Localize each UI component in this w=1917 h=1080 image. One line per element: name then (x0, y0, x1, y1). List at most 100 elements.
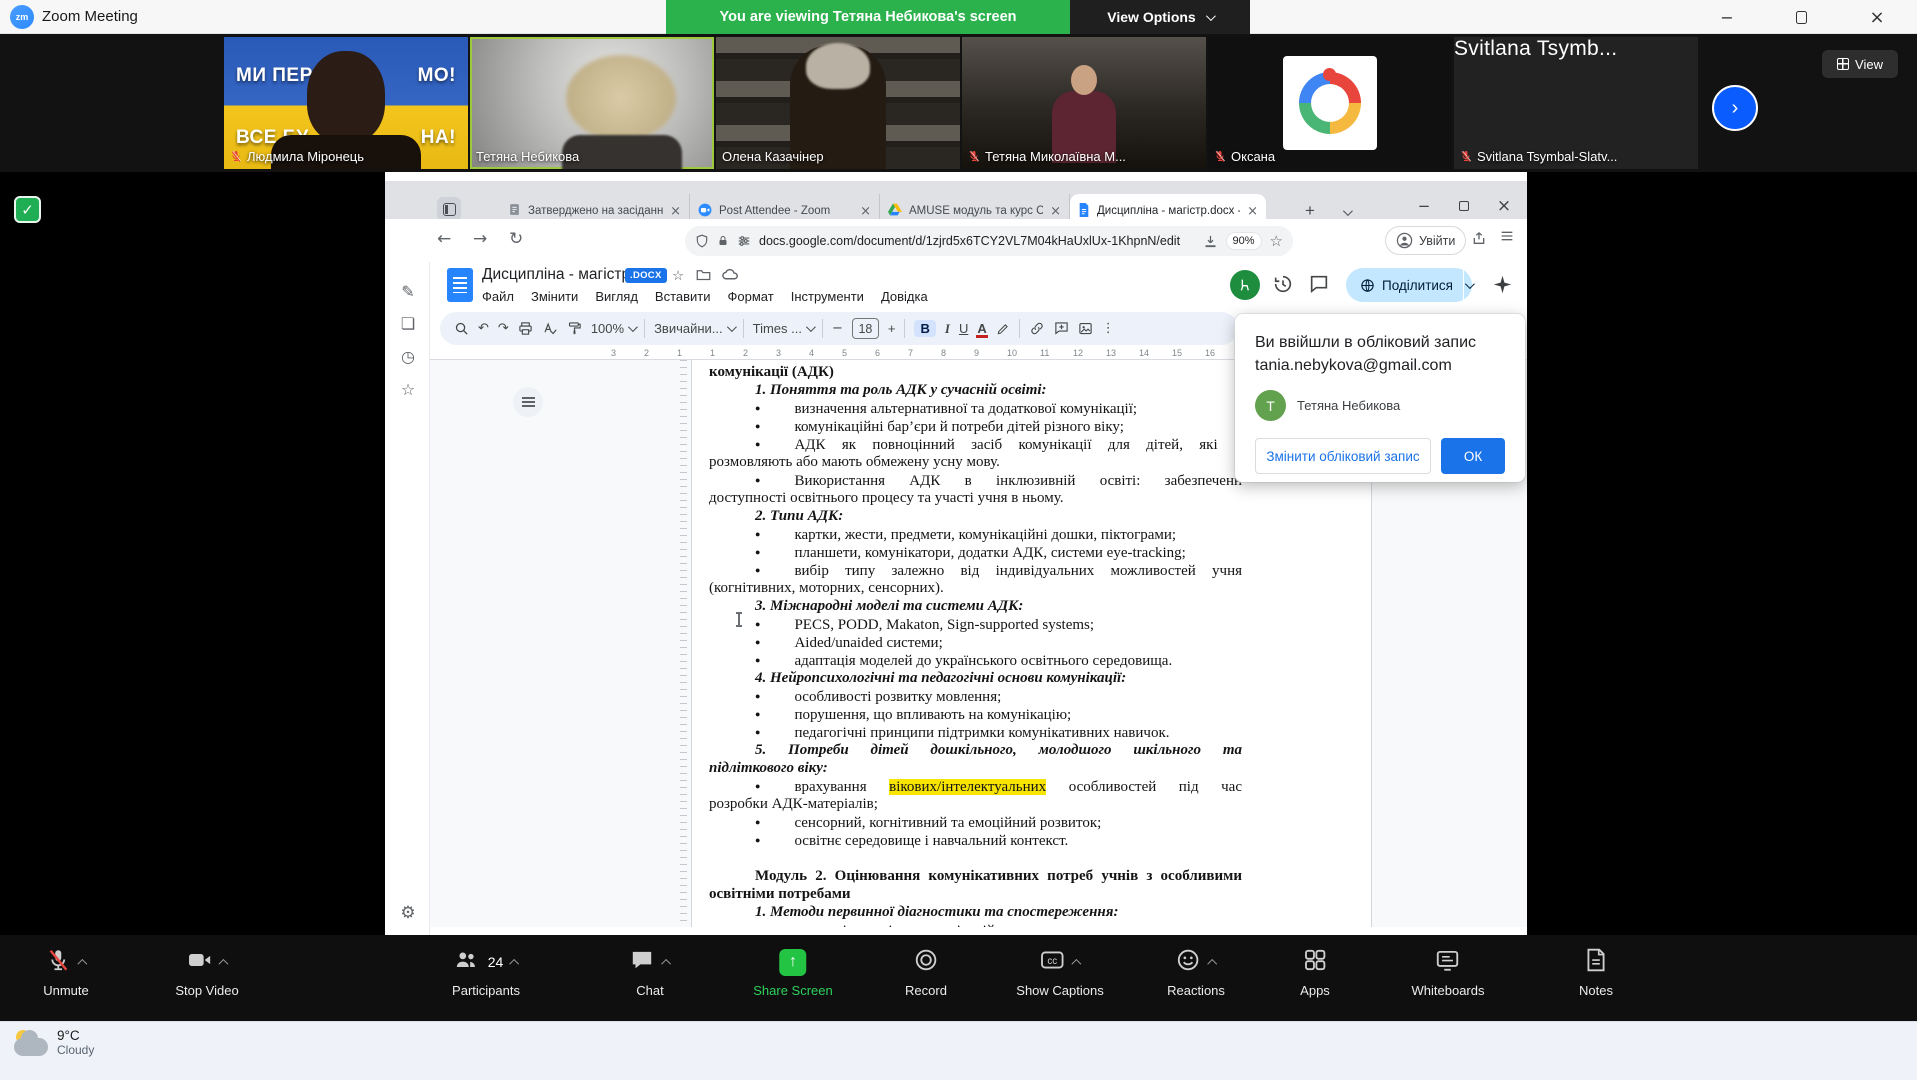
view-options-button[interactable]: View Options (1070, 0, 1250, 34)
rail-star-icon[interactable]: ☆ (397, 378, 419, 400)
browser-restore-button[interactable] (1451, 193, 1477, 219)
minimize-button[interactable]: − (1714, 4, 1740, 30)
weather-widget[interactable]: 9°C Cloudy (14, 1028, 94, 1057)
add-comment-icon[interactable] (1054, 321, 1069, 336)
toolbar-chat-button[interactable]: Chat (629, 947, 671, 998)
toolbar-record-button[interactable]: Record (905, 947, 947, 998)
zoom-select[interactable]: 100% (591, 321, 635, 336)
address-bar[interactable]: docs.google.com/document/d/1zjrd5x6TCY2V… (685, 226, 1293, 256)
gemini-spark-icon[interactable] (1492, 274, 1513, 300)
rail-pages-icon[interactable]: ❏ (397, 312, 419, 334)
ok-button[interactable]: ОК (1441, 438, 1505, 474)
tune-icon[interactable] (737, 234, 751, 248)
extension-icon[interactable] (1230, 270, 1260, 300)
menu-item[interactable]: Інструменти (791, 289, 864, 304)
toolbar-participants-button[interactable]: 24Participants (452, 947, 520, 998)
insert-image-icon[interactable] (1078, 321, 1093, 336)
security-check-icon: ✓ (14, 196, 41, 223)
document-title[interactable]: Дисципліна - магістр (482, 266, 630, 284)
rail-clock-icon[interactable]: ◷ (397, 345, 419, 367)
share-button[interactable]: Поділитися (1346, 268, 1472, 302)
download-icon[interactable] (1203, 234, 1218, 249)
tab-close-icon[interactable]: × (670, 204, 681, 219)
redo-icon[interactable]: ↷ (498, 321, 509, 336)
menu-item[interactable]: Формат (728, 289, 774, 304)
chevron-up-icon[interactable] (661, 958, 671, 968)
undo-icon[interactable]: ↶ (478, 321, 489, 336)
underline-button[interactable]: U (959, 321, 968, 336)
bold-button[interactable]: B (914, 320, 935, 337)
move-folder-icon[interactable] (696, 268, 711, 284)
chevron-up-icon[interactable] (218, 958, 228, 968)
toolbar-unmute-button[interactable]: Unmute (43, 947, 89, 998)
chevron-up-icon[interactable] (77, 958, 87, 968)
tab-close-icon[interactable]: × (1247, 204, 1258, 219)
reload-button[interactable]: ↻ (509, 229, 523, 249)
browser-close-button[interactable]: × (1491, 193, 1517, 219)
chevron-up-icon[interactable] (1071, 958, 1081, 968)
chevron-up-icon[interactable] (1207, 958, 1217, 968)
toolbar-whiteboards-button[interactable]: Whiteboards (1412, 947, 1485, 998)
font-select[interactable]: Times ... (753, 321, 813, 336)
share-dropdown[interactable] (1463, 268, 1472, 302)
font-size-decrease[interactable]: − (832, 321, 843, 336)
cloud-status-icon[interactable] (722, 268, 739, 284)
participant-tile[interactable]: Svitlana Tsymb...Svitlana Tsymbal-Slatv.… (1454, 37, 1698, 169)
toolbar-stop-video-button[interactable]: Stop Video (175, 947, 238, 998)
browser-menu-icon[interactable] (1499, 228, 1515, 249)
gallery-view-button[interactable]: View (1822, 50, 1898, 78)
menu-item[interactable]: Довідка (881, 289, 928, 304)
forward-button[interactable]: → (473, 229, 487, 249)
share-label: Поділитися (1382, 278, 1453, 293)
close-button[interactable]: × (1864, 4, 1890, 30)
back-button[interactable]: ← (437, 229, 451, 249)
menu-item[interactable]: Змінити (531, 289, 578, 304)
toolbar-reactions-button[interactable]: Reactions (1167, 947, 1225, 998)
participant-tile[interactable]: Оксана (1208, 37, 1452, 169)
participant-tile[interactable]: Тетяна Миколаївна М... (962, 37, 1206, 169)
paint-format-icon[interactable] (567, 321, 582, 336)
participant-tile[interactable]: Олена Казачінер (716, 37, 960, 169)
chevron-up-icon[interactable] (509, 958, 519, 968)
new-tab-button[interactable]: + (1305, 201, 1315, 221)
tab-close-icon[interactable]: × (860, 204, 871, 219)
star-icon[interactable]: ☆ (672, 268, 684, 284)
bookmark-star-icon[interactable]: ☆ (1270, 232, 1283, 250)
site-info-icon[interactable] (695, 234, 709, 248)
rail-gear-icon[interactable]: ⚙ (397, 902, 419, 924)
comments-icon[interactable] (1308, 273, 1330, 300)
url-text[interactable]: docs.google.com/document/d/1zjrd5x6TCY2V… (759, 234, 1195, 248)
tab-close-icon[interactable]: × (1050, 204, 1061, 219)
text-color-button[interactable]: A (977, 321, 986, 336)
spellcheck-icon[interactable] (542, 321, 558, 336)
toolbar-apps-button[interactable]: Apps (1300, 947, 1330, 998)
document-outline-button[interactable] (513, 387, 543, 417)
tab-search-button[interactable] (437, 197, 461, 221)
insert-link-icon[interactable] (1029, 321, 1045, 336)
page-zoom-badge[interactable]: 90% (1226, 232, 1262, 250)
version-history-icon[interactable] (1272, 273, 1294, 300)
toolbar-share-screen-button[interactable]: ↑Share Screen (753, 947, 833, 998)
italic-button[interactable]: I (945, 321, 950, 337)
toolbar-show-captions-button[interactable]: ccShow Captions (1016, 947, 1103, 998)
toolbar-notes-button[interactable]: Notes (1579, 947, 1613, 998)
menu-item[interactable]: Вставити (655, 289, 711, 304)
change-account-button[interactable]: Змінити обліковий запис (1255, 438, 1431, 474)
next-participants-button[interactable]: › (1712, 85, 1758, 131)
menu-item[interactable]: Файл (482, 289, 514, 304)
rail-pen-icon[interactable]: ✎ (397, 280, 419, 302)
signin-button[interactable]: Увійти (1385, 226, 1466, 255)
browser-minimize-button[interactable]: − (1411, 193, 1437, 219)
participant-tile[interactable]: МИ ПЕРЕМО!ВСЕ БУНА!Людмила Міронець (224, 37, 468, 169)
toolbar-more-icon[interactable]: ⋮ (1102, 321, 1115, 336)
highlight-button[interactable] (996, 322, 1010, 336)
menu-item[interactable]: Вигляд (595, 289, 638, 304)
restore-button[interactable] (1788, 4, 1814, 30)
profile-share-icon[interactable] (1471, 230, 1487, 251)
print-icon[interactable] (518, 321, 533, 336)
font-size-increase[interactable]: + (888, 321, 896, 336)
font-size-field[interactable]: 18 (852, 318, 879, 339)
participant-tile[interactable]: Тетяна Небикова (470, 37, 714, 169)
search-icon[interactable] (454, 321, 469, 336)
styles-select[interactable]: Звичайни... (654, 321, 734, 336)
